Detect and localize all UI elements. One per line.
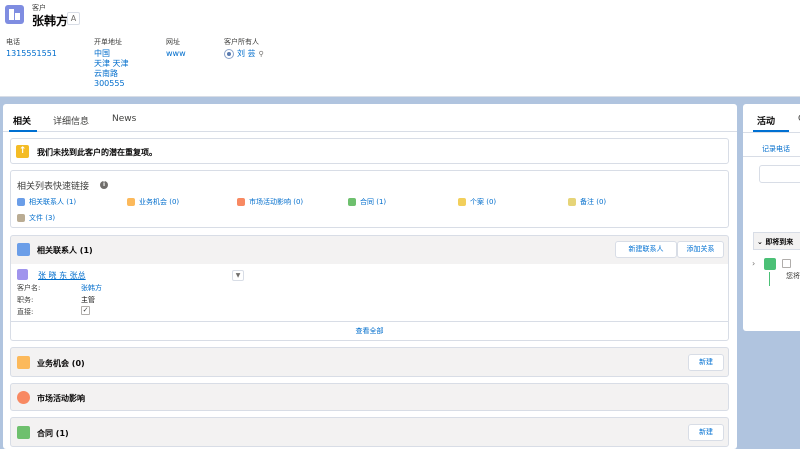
record-name: 张韩方 bbox=[32, 14, 69, 28]
add-relationship-button[interactable]: 添加关系 bbox=[677, 241, 724, 258]
direct-checkbox: ✓ bbox=[81, 306, 90, 315]
divider bbox=[743, 156, 800, 157]
tab-news[interactable]: News bbox=[112, 114, 136, 124]
contact-card-icon bbox=[17, 269, 28, 280]
card-title[interactable]: 市场活动影响 bbox=[37, 393, 85, 404]
activity-panel: 活动 C 记录电话 ⌄ 即将到来 › 您将 bbox=[743, 104, 800, 331]
note-icon bbox=[568, 198, 576, 206]
quick-link-opportunities[interactable]: 业务机会 (0) bbox=[127, 197, 179, 207]
related-contacts-card: 相关联系人 (1) 新建联系人 添加关系 bbox=[10, 235, 729, 265]
quick-links-title: 相关列表快速链接 bbox=[17, 182, 90, 192]
campaign-icon bbox=[17, 391, 30, 404]
campaign-icon bbox=[237, 198, 245, 206]
campaign-influence-card: 市场活动影响 bbox=[10, 383, 729, 411]
duplicate-icon: ↑ bbox=[16, 145, 29, 158]
address-line[interactable]: 云南路 bbox=[94, 69, 129, 79]
log-call-tab[interactable]: 记录电话 bbox=[762, 144, 790, 154]
new-contract-button[interactable]: 新建 bbox=[688, 424, 724, 441]
duplicate-check-card: ↑ 我们未找到此客户的潜在重复项。 bbox=[10, 138, 729, 164]
card-title[interactable]: 合同 (1) bbox=[37, 428, 69, 439]
quick-link-contacts[interactable]: 相关联系人 (1) bbox=[17, 197, 76, 207]
upcoming-title: ⌄ 即将到来 bbox=[757, 238, 794, 246]
new-contact-button[interactable]: 新建联系人 bbox=[615, 241, 677, 258]
account-name-link[interactable]: 张韩方 bbox=[81, 283, 102, 293]
task-checkbox[interactable] bbox=[782, 259, 791, 268]
info-icon[interactable]: i bbox=[100, 181, 108, 189]
new-opportunity-button[interactable]: 新建 bbox=[688, 354, 724, 371]
billing-address-field: 开单地址 中国 天津 天津 云南路 300555 bbox=[94, 38, 129, 89]
owner-avatar bbox=[224, 49, 234, 59]
task-text: 您将 bbox=[786, 272, 800, 280]
activity-input[interactable] bbox=[759, 165, 800, 183]
quick-links-card: 相关列表快速链接 i 相关联系人 (1) 业务机会 (0) 市场活动影响 (0)… bbox=[10, 170, 729, 228]
website-link[interactable]: www bbox=[166, 49, 186, 59]
card-title[interactable]: 业务机会 (0) bbox=[37, 358, 85, 369]
card-title[interactable]: 相关联系人 (1) bbox=[37, 245, 93, 256]
address-line[interactable]: 天津 天津 bbox=[94, 59, 129, 69]
case-icon bbox=[458, 198, 466, 206]
contacts-icon bbox=[17, 198, 25, 206]
tab-activity[interactable]: 活动 bbox=[757, 114, 775, 127]
account-icon bbox=[5, 5, 24, 24]
duplicate-message: 我们未找到此客户的潜在重复项。 bbox=[37, 148, 157, 157]
tab-details[interactable]: 详细信息 bbox=[53, 114, 89, 127]
record-header: 客户 张韩方 A 电话 1315551551 开单地址 中国 天津 天津 云南路… bbox=[0, 0, 800, 97]
contract-icon bbox=[17, 426, 30, 439]
follow-button[interactable]: A bbox=[67, 12, 80, 25]
divider bbox=[743, 132, 800, 133]
quick-link-contracts[interactable]: 合同 (1) bbox=[348, 197, 386, 207]
contact-name-link[interactable]: 张 晓 东 张总 bbox=[38, 270, 86, 281]
chevron-down-icon[interactable]: ▼ bbox=[232, 270, 244, 281]
view-all-link[interactable]: 查看全部 bbox=[10, 321, 729, 341]
owner-link[interactable]: 刘 芸 bbox=[237, 49, 256, 59]
chevron-down-icon: ⌄ bbox=[757, 238, 763, 246]
quick-link-files[interactable]: 文件 (3) bbox=[17, 213, 55, 223]
contract-icon bbox=[348, 198, 356, 206]
change-owner-icon[interactable]: ⚲ bbox=[259, 50, 264, 58]
quick-link-campaign[interactable]: 市场活动影响 (0) bbox=[237, 197, 303, 207]
contacts-icon bbox=[17, 243, 30, 256]
title-value: 主管 bbox=[81, 296, 95, 304]
address-line[interactable]: 中国 bbox=[94, 49, 129, 59]
phone-field: 电话 1315551551 bbox=[6, 38, 57, 59]
quick-link-notes[interactable]: 备注 (0) bbox=[568, 197, 606, 207]
chevron-right-icon[interactable]: › bbox=[752, 259, 755, 268]
task-icon bbox=[764, 258, 776, 270]
tab-bar: 相关 详细信息 News bbox=[3, 104, 737, 132]
main-panel: 相关 详细信息 News ↑ 我们未找到此客户的潜在重复项。 相关列表快速链接 … bbox=[3, 104, 737, 449]
owner-field: 客户所有人 刘 芸 ⚲ bbox=[224, 38, 264, 59]
opportunity-icon bbox=[17, 356, 30, 369]
contracts-card: 合同 (1) 新建 bbox=[10, 417, 729, 447]
file-icon bbox=[17, 214, 25, 222]
opportunity-icon bbox=[127, 198, 135, 206]
contact-record: 张 晓 东 张总 ▼ 客户名: 张韩方 职务: 主管 直接: ✓ bbox=[10, 264, 729, 321]
phone-link[interactable]: 1315551551 bbox=[6, 49, 57, 59]
opportunities-card: 业务机会 (0) 新建 bbox=[10, 347, 729, 377]
quick-link-cases[interactable]: 个案 (0) bbox=[458, 197, 496, 207]
active-tab-indicator bbox=[9, 130, 37, 132]
tab-related[interactable]: 相关 bbox=[13, 114, 31, 127]
address-line[interactable]: 300555 bbox=[94, 79, 129, 89]
website-field: 网址 www bbox=[166, 38, 186, 59]
timeline-line bbox=[769, 272, 770, 286]
